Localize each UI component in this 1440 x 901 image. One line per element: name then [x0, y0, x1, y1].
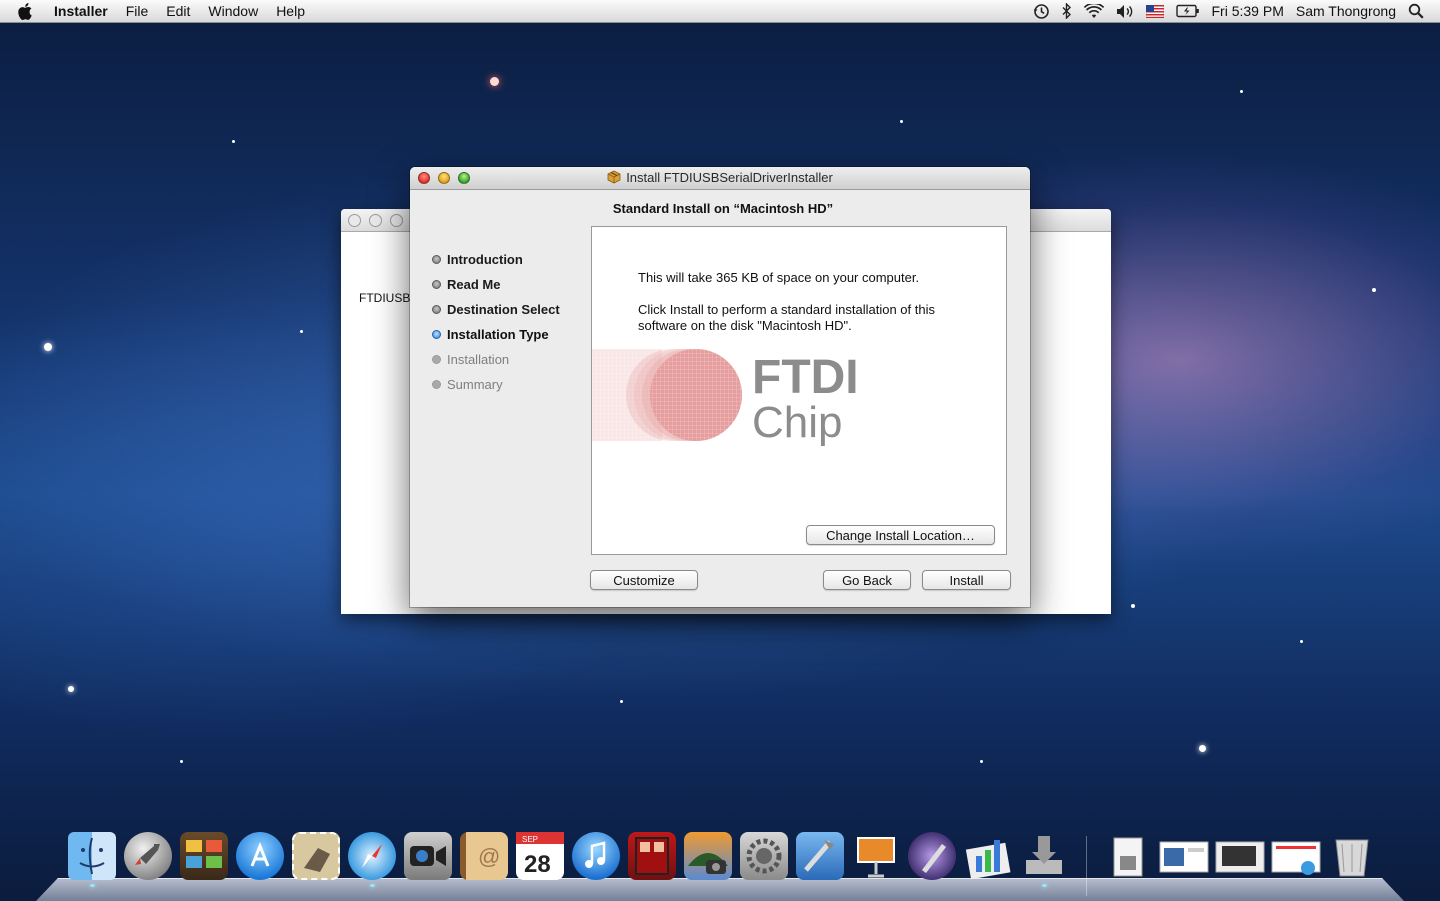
star: [1131, 604, 1135, 608]
ftdi-chip-logo: FTDI Chip: [592, 349, 859, 447]
step-introduction: Introduction: [432, 247, 560, 272]
dock: @ SEP 28: [0, 828, 1440, 888]
step-done-icon: [432, 255, 441, 264]
window-title-text: Install FTDIUSBSerialDriverInstaller: [626, 170, 833, 185]
step-installation: Installation: [432, 347, 560, 372]
wifi-icon[interactable]: [1083, 3, 1104, 19]
step-pending-icon: [432, 355, 441, 364]
package-icon: [607, 170, 621, 187]
star: [1300, 640, 1303, 643]
battery-icon[interactable]: [1175, 4, 1200, 18]
star: [1240, 90, 1243, 93]
photo-strip-icon[interactable]: [628, 832, 676, 880]
inactive-zoom-icon[interactable]: [390, 213, 403, 227]
star: [620, 700, 623, 703]
itunes-icon[interactable]: [572, 832, 620, 880]
step-label: Installation Type: [447, 327, 549, 342]
star: [900, 120, 903, 123]
finder-running-indicator: [90, 884, 95, 887]
step-active-icon: [432, 330, 441, 339]
inactive-minimize-icon[interactable]: [369, 213, 382, 227]
step-label: Read Me: [447, 277, 501, 292]
page-heading: Standard Install on “Macintosh HD”: [612, 201, 834, 216]
window-menu[interactable]: Window: [199, 3, 267, 19]
space-required-text: This will take 365 KB of space on your c…: [638, 270, 920, 285]
step-read-me: Read Me: [432, 272, 560, 297]
calendar-day: 28: [524, 851, 551, 878]
inactive-close-icon[interactable]: [348, 213, 361, 227]
installer-running-indicator: [1042, 884, 1047, 887]
step-done-icon: [432, 280, 441, 289]
edit-menu[interactable]: Edit: [157, 3, 199, 19]
content-panel: This will take 365 KB of space on your c…: [591, 226, 1007, 555]
step-label: Installation: [447, 352, 510, 367]
web-window-icon[interactable]: [1270, 832, 1321, 880]
step-label: Summary: [447, 377, 503, 392]
facetime-icon[interactable]: [404, 832, 452, 880]
calendar-icon[interactable]: SEP 28: [516, 832, 564, 880]
installer-icon[interactable]: [1020, 832, 1068, 880]
calendar-month: SEP: [522, 835, 538, 844]
keynote-icon[interactable]: [852, 832, 900, 880]
pen-app-icon[interactable]: [908, 832, 956, 880]
star: [1199, 745, 1206, 752]
help-menu[interactable]: Help: [267, 3, 314, 19]
window-title: Install FTDIUSBSerialDriverInstaller: [410, 170, 1030, 187]
step-destination-select: Destination Select: [432, 297, 560, 322]
contacts-icon[interactable]: @: [460, 832, 508, 880]
volume-icon[interactable]: [1116, 4, 1134, 19]
document-icon[interactable]: [1104, 832, 1152, 880]
install-button[interactable]: Install: [922, 570, 1011, 590]
window-titlebar[interactable]: Install FTDIUSBSerialDriverInstaller: [410, 167, 1030, 190]
installer-window: Install FTDIUSBSerialDriverInstaller Sta…: [410, 167, 1030, 607]
bluetooth-icon[interactable]: [1062, 3, 1072, 19]
change-install-location-button[interactable]: Change Install Location…: [806, 525, 995, 545]
time-machine-icon[interactable]: [1033, 3, 1050, 20]
iphoto-icon[interactable]: [684, 832, 732, 880]
star: [68, 686, 74, 692]
step-list: Introduction Read Me Destination Select …: [432, 247, 560, 397]
customize-button[interactable]: Customize: [590, 570, 698, 590]
mail-stamp-icon[interactable]: [292, 832, 340, 880]
apple-menu-icon[interactable]: [18, 2, 38, 20]
step-label: Introduction: [447, 252, 523, 267]
screen-window-icon[interactable]: [1214, 832, 1265, 880]
star: [232, 140, 235, 143]
step-label: Destination Select: [447, 302, 560, 317]
file-menu[interactable]: File: [117, 3, 158, 19]
menu-bar: Installer File Edit Window Help Fri 5:39…: [0, 0, 1440, 23]
step-installation-type: Installation Type: [432, 322, 560, 347]
numbers-icon[interactable]: [964, 832, 1012, 880]
preview-window-icon[interactable]: [1158, 832, 1209, 880]
system-preferences-icon[interactable]: [740, 832, 788, 880]
star: [44, 343, 52, 351]
go-back-button[interactable]: Go Back: [823, 570, 911, 590]
launchpad-icon[interactable]: [124, 832, 172, 880]
star: [490, 77, 499, 86]
spotlight-search-icon[interactable]: [1408, 3, 1424, 19]
star: [1372, 288, 1376, 292]
step-done-icon: [432, 305, 441, 314]
safari-running-indicator: [370, 884, 375, 887]
app-menu[interactable]: Installer: [50, 3, 117, 19]
step-summary: Summary: [432, 372, 560, 397]
trash-icon[interactable]: [1328, 832, 1376, 880]
install-instruction-text: Click Install to perform a standard inst…: [638, 302, 935, 333]
safari-icon[interactable]: [348, 832, 396, 880]
svg-text:@: @: [478, 844, 500, 869]
star: [300, 330, 303, 333]
step-pending-icon: [432, 380, 441, 389]
star: [180, 760, 183, 763]
app-store-icon[interactable]: [236, 832, 284, 880]
user-menu[interactable]: Sam Thongrong: [1296, 3, 1396, 19]
star: [980, 760, 983, 763]
clock[interactable]: Fri 5:39 PM: [1212, 3, 1284, 19]
logo-text-ftdi: FTDI: [752, 351, 859, 404]
finder-icon[interactable]: [68, 832, 116, 880]
photo-booth-icon[interactable]: [180, 832, 228, 880]
logo-text-chip: Chip: [752, 398, 843, 447]
xcode-icon[interactable]: [796, 832, 844, 880]
us-flag-icon[interactable]: [1145, 4, 1164, 18]
